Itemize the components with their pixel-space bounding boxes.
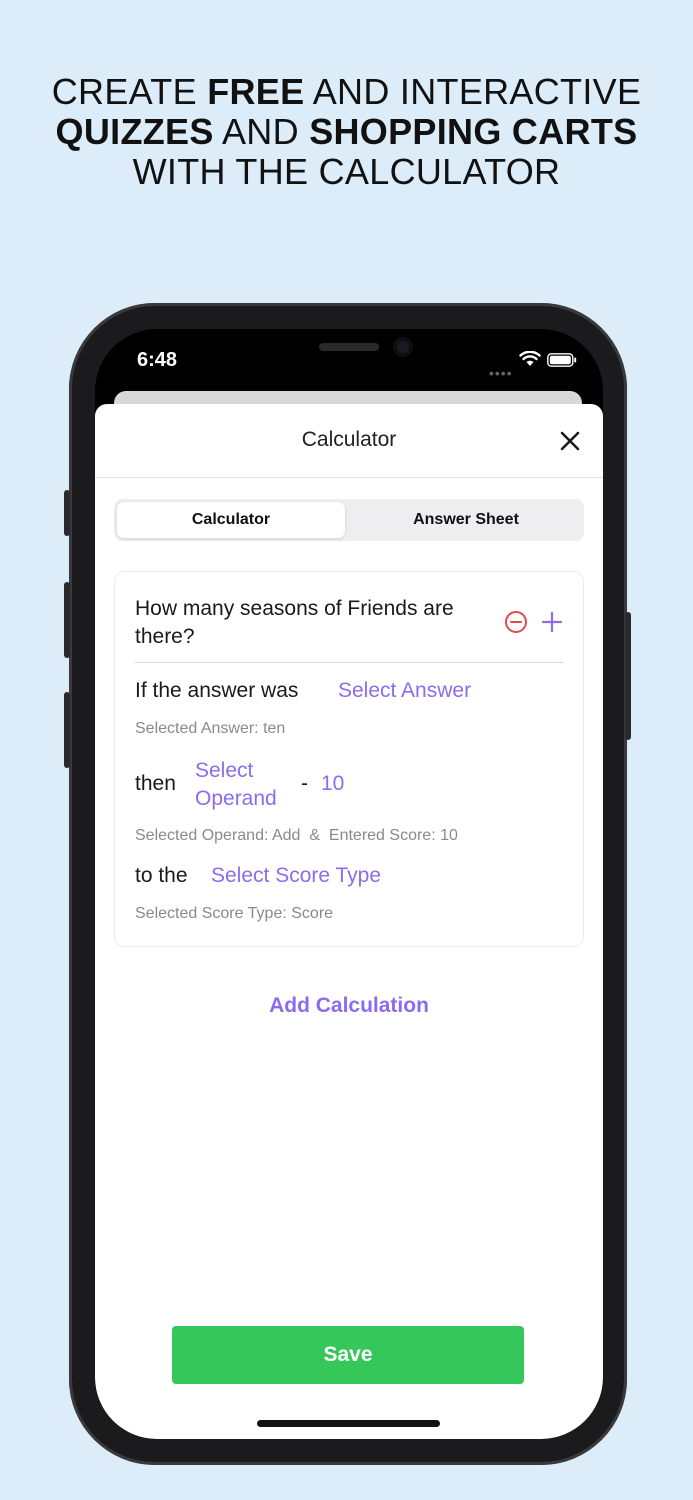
- add-calculation-button[interactable]: Add Calculation: [95, 994, 603, 1018]
- minus-circle-icon[interactable]: [503, 609, 529, 635]
- tab-calculator[interactable]: Calculator: [117, 502, 345, 538]
- phone-volume-down: [64, 692, 70, 768]
- answer-prefix: If the answer was: [135, 679, 299, 702]
- battery-icon: [547, 353, 577, 367]
- card-divider: [135, 662, 563, 663]
- signal-icon: ••••: [489, 365, 513, 381]
- close-icon[interactable]: [557, 428, 583, 454]
- headline-line-2: QUIZZES AND SHOPPING CARTS: [0, 112, 693, 152]
- selected-score-type-text: Selected Score Type: Score: [135, 905, 334, 922]
- status-time: 6:48: [137, 349, 178, 371]
- select-operand-link[interactable]: Select Operand: [195, 757, 277, 813]
- headline-line-1: CREATE FREE AND INTERACTIVE: [0, 72, 693, 112]
- front-camera: [393, 337, 413, 357]
- phone-volume-up: [64, 582, 70, 658]
- headline-text: AND: [213, 111, 310, 152]
- select-operand-line-1: Select: [195, 759, 254, 782]
- question-text: How many seasons of Friends are there?: [135, 597, 454, 648]
- selected-operand-text: Selected Operand: Add & Entered Score: 1…: [135, 827, 458, 844]
- headline-line-3: WITH THE CALCULATOR: [132, 151, 561, 192]
- to-label: to the: [135, 864, 188, 887]
- calculator-sheet: Calculator Calculator Answer Sheet How m…: [95, 404, 603, 1439]
- select-operand-line-2: Operand: [195, 787, 277, 810]
- wifi-icon: [519, 351, 541, 366]
- headline-bold: QUIZZES: [55, 111, 214, 152]
- then-label: then: [135, 772, 176, 795]
- operand-dash: -: [301, 772, 308, 795]
- select-score-type-link[interactable]: Select Score Type: [211, 864, 381, 888]
- header-divider: [95, 477, 603, 478]
- phone-power-button: [625, 612, 631, 740]
- headline: CREATE FREE AND INTERACTIVE QUIZZES AND …: [0, 72, 693, 192]
- entered-score-value[interactable]: 10: [321, 772, 344, 796]
- home-indicator: [257, 1420, 440, 1427]
- select-answer-link[interactable]: Select Answer: [338, 679, 471, 703]
- phone-mute-switch: [64, 490, 70, 536]
- headline-text: CREATE: [51, 71, 208, 112]
- sheet-title: Calculator: [301, 428, 397, 451]
- save-button[interactable]: Save: [172, 1326, 524, 1384]
- status-bar: 6:48 ••••: [95, 329, 603, 389]
- headline-bold: FREE: [207, 71, 305, 112]
- tab-answer-sheet[interactable]: Answer Sheet: [351, 502, 581, 538]
- headline-bold: SHOPPING CARTS: [309, 111, 638, 152]
- calculation-card: How many seasons of Friends are there? I…: [114, 571, 584, 947]
- tab-switcher: Calculator Answer Sheet: [114, 499, 584, 541]
- speaker-grille: [319, 343, 379, 351]
- headline-text: AND INTERACTIVE: [304, 71, 642, 112]
- plus-icon[interactable]: [539, 609, 565, 635]
- phone-screen: 6:48 •••• Calculator Calculator Answer S…: [95, 329, 603, 1439]
- selected-answer-text: Selected Answer: ten: [135, 720, 286, 737]
